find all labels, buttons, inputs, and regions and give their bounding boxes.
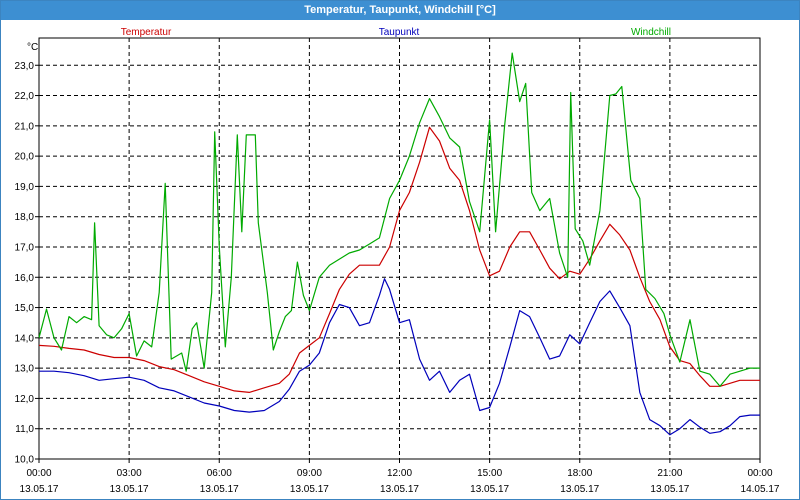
x-tick-time-label: 09:00 [297,468,322,479]
y-tick-label: 21,0 [15,121,35,132]
legend: Temperatur Taupunkt Windchill [121,27,671,38]
y-tick-label: 14,0 [15,333,35,344]
y-tick-label: 22,0 [15,91,35,102]
x-tick-date-label: 13.05.17 [560,484,599,495]
y-tick-label: 20,0 [15,152,35,163]
y-tick-label: 15,0 [15,303,35,314]
y-tick-label: 10,0 [15,455,35,466]
x-tick-time-label: 00:00 [26,468,51,479]
y-tick-label: 18,0 [15,212,35,223]
y-axis-ticks: 10,0 11,0 12,0 13,0 14,0 15,0 16,0 17,0 18,0 19,0… [15,61,39,466]
x-tick-time-label: 18:00 [567,468,592,479]
x-tick-time-label: 00:00 [747,468,772,479]
x-axis-ticks: 00:00 13.05.17 03:00 13.05.17 06:00 13.05.17 0… [20,459,780,495]
x-tick-date-label: 13.05.17 [200,484,239,495]
x-tick-date-label: 13.05.17 [380,484,419,495]
x-tick-time-label: 12:00 [387,468,412,479]
line-chart: 10,0 11,0 12,0 13,0 14,0 15,0 16,0 17,0 18,0 19,0… [15,27,780,495]
x-tick-date-label: 13.05.17 [650,484,689,495]
y-tick-label: 11,0 [15,424,34,435]
window-title: Temperatur, Taupunkt, Windchill [°C] [1,1,799,20]
x-tick-date-label: 13.05.17 [470,484,509,495]
legend-label-temperatur: Temperatur [121,27,172,38]
legend-label-taupunkt: Taupunkt [379,27,420,38]
x-tick-time-label: 15:00 [477,468,502,479]
y-tick-label: 19,0 [15,182,35,193]
legend-label-windchill: Windchill [631,27,671,38]
x-tick-date-label: 13.05.17 [290,484,329,495]
x-tick-time-label: 03:00 [117,468,142,479]
x-tick-date-label: 14.05.17 [741,484,780,495]
x-tick-time-label: 06:00 [207,468,232,479]
x-tick-date-label: 13.05.17 [20,484,59,495]
y-unit-label: °C [27,42,38,53]
y-tick-label: 12,0 [15,394,35,405]
chart-window: Temperatur, Taupunkt, Windchill [°C] 10,… [0,0,800,500]
y-tick-label: 17,0 [15,242,35,253]
x-tick-date-label: 13.05.17 [110,484,149,495]
y-tick-label: 16,0 [15,273,35,284]
x-tick-time-label: 21:00 [657,468,682,479]
y-tick-label: 23,0 [15,61,35,72]
y-tick-label: 13,0 [15,364,35,375]
